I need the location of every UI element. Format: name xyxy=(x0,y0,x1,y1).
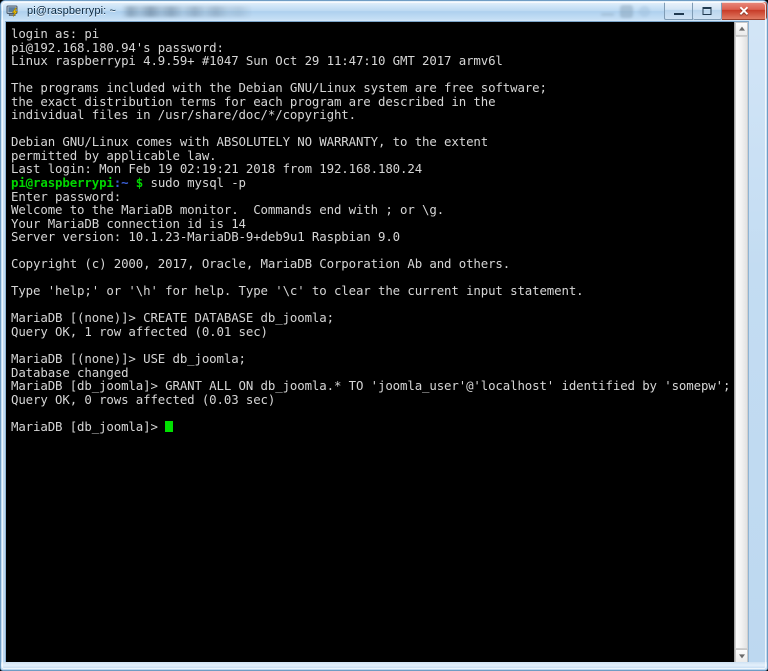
putty-icon xyxy=(6,3,22,19)
chevron-down-icon xyxy=(738,654,745,659)
ghost-minimize-icon xyxy=(601,12,614,16)
ghost-caption-buttons xyxy=(601,3,673,19)
mysql-prompt-text: MariaDB [db_joomla]> xyxy=(11,418,166,434)
terminal-line: MariaDB [(none)]> USE db_joomla; xyxy=(11,351,246,367)
window-title: pi@raspberrypi: ~ xyxy=(27,5,116,17)
terminal-line: Last login: Mon Feb 19 02:19:21 2018 fro… xyxy=(11,161,423,177)
close-icon: ✕ xyxy=(738,3,750,18)
window-caption-buttons: ✕ xyxy=(664,2,767,21)
minimize-icon xyxy=(673,12,684,15)
terminal-line: permitted by applicable law. xyxy=(11,147,217,163)
terminal-line: Welcome to the MariaDB monitor. Commands… xyxy=(11,202,445,218)
terminal-cursor xyxy=(165,420,174,432)
close-button[interactable]: ✕ xyxy=(722,2,767,20)
window-titlebar[interactable]: pi@raspberrypi: ~ ✕ xyxy=(1,1,767,21)
minimize-button[interactable] xyxy=(664,2,693,20)
chevron-up-icon xyxy=(738,26,745,31)
terminal-line: individual files in /usr/share/doc/*/cop… xyxy=(11,107,356,123)
terminal-line: Enter password: xyxy=(11,188,122,204)
terminal-output[interactable]: login as: pi pi@192.168.180.94's password… xyxy=(6,22,736,663)
terminal-line: the exact distribution terms for each pr… xyxy=(11,93,496,109)
prompt-command: sudo mysql -p xyxy=(143,175,246,191)
terminal-line: pi@192.168.180.94's password: xyxy=(11,39,224,55)
title-redacted-blur xyxy=(122,5,252,17)
window-bottom-edge xyxy=(1,662,767,670)
terminal-line: Server version: 10.1.23-MariaDB-9+deb9u1… xyxy=(11,229,401,245)
terminal-line: Your MariaDB connection id is 14 xyxy=(11,215,246,231)
maximize-button[interactable] xyxy=(693,2,722,20)
prompt-user-host: pi@raspberrypi xyxy=(11,175,114,191)
putty-terminal-window: pi@raspberrypi: ~ ✕ login as: pi pi@192.1… xyxy=(0,0,768,671)
terminal-line: Linux raspberrypi 4.9.59+ #1047 Sun Oct … xyxy=(11,53,503,69)
maximize-icon xyxy=(702,6,712,15)
terminal-line: Query OK, 1 row affected (0.01 sec) xyxy=(11,324,268,340)
terminal-line: Copyright (c) 2000, 2017, Oracle, MariaD… xyxy=(11,256,511,272)
terminal-line: MariaDB [db_joomla]> GRANT ALL ON db_joo… xyxy=(11,378,731,394)
terminal-line: Debian GNU/Linux comes with ABSOLUTELY N… xyxy=(11,134,489,150)
prompt-path: :~ xyxy=(113,175,129,191)
terminal-scrollbar[interactable] xyxy=(734,22,748,663)
terminal-line: Database changed xyxy=(11,364,129,380)
terminal-line: login as: pi xyxy=(11,26,100,41)
scrollbar-track[interactable] xyxy=(735,36,748,649)
terminal-line: Type 'help;' or '\h' for help. Type '\c'… xyxy=(11,283,584,299)
terminal-line: Query OK, 0 rows affected (0.03 sec) xyxy=(11,391,276,407)
terminal-client-area[interactable]: login as: pi pi@192.168.180.94's password… xyxy=(5,21,749,664)
ghost-close-icon xyxy=(639,5,650,17)
terminal-line: MariaDB [(none)]> CREATE DATABASE db_joo… xyxy=(11,310,334,326)
scrollbar-up-button[interactable] xyxy=(735,22,748,36)
terminal-line: The programs included with the Debian GN… xyxy=(11,80,547,96)
prompt-sigil: $ xyxy=(128,175,144,191)
terminal-shell-prompt-line: pi@raspberrypi:~ $ sudo mysql -p xyxy=(11,176,736,190)
ghost-maximize-icon xyxy=(620,4,633,18)
terminal-active-prompt-line: MariaDB [db_joomla]> xyxy=(11,420,736,434)
scrollbar-down-button[interactable] xyxy=(735,649,748,663)
scrollbar-thumb[interactable] xyxy=(735,36,748,649)
